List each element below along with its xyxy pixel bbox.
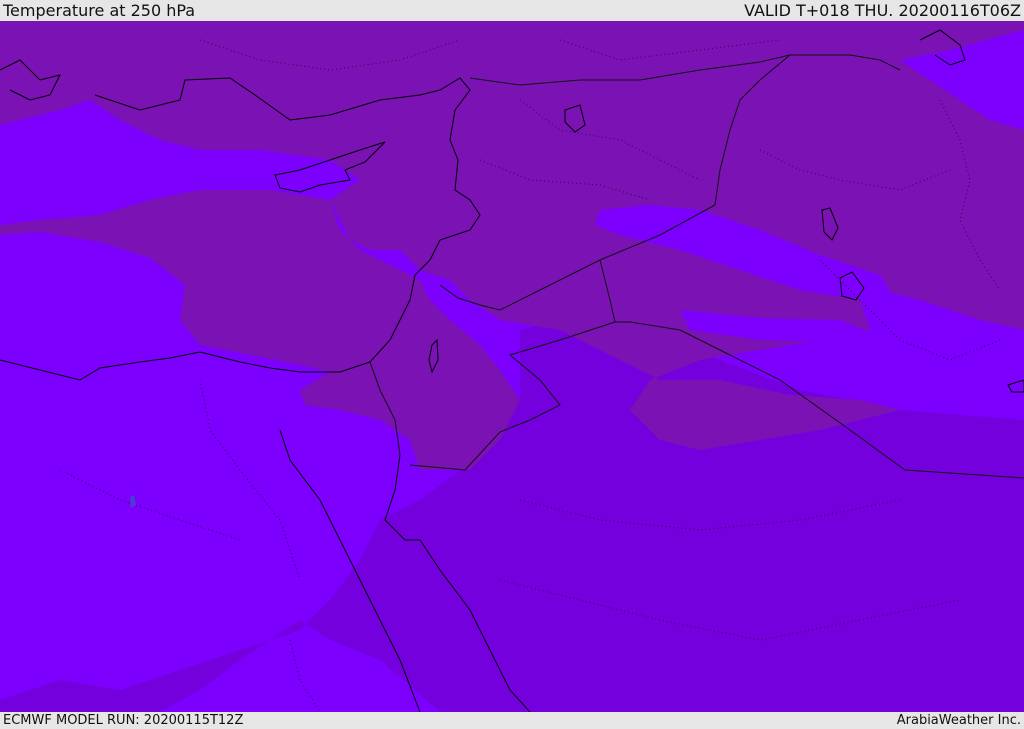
map-title: Temperature at 250 hPa <box>3 1 196 20</box>
footer-bar: ECMWF MODEL RUN: 20200115T12Z ArabiaWeat… <box>0 712 1024 729</box>
valid-time: VALID T+018 THU. 20200116T06Z <box>744 1 1021 20</box>
model-run: ECMWF MODEL RUN: 20200115T12Z <box>3 713 244 728</box>
map-viewport: Temperature at 250 hPa VALID T+018 THU. … <box>0 0 1024 729</box>
header-bar: Temperature at 250 hPa VALID T+018 THU. … <box>0 0 1024 21</box>
credit-label: ArabiaWeather Inc. <box>896 713 1021 728</box>
temperature-map[interactable] <box>0 21 1024 712</box>
